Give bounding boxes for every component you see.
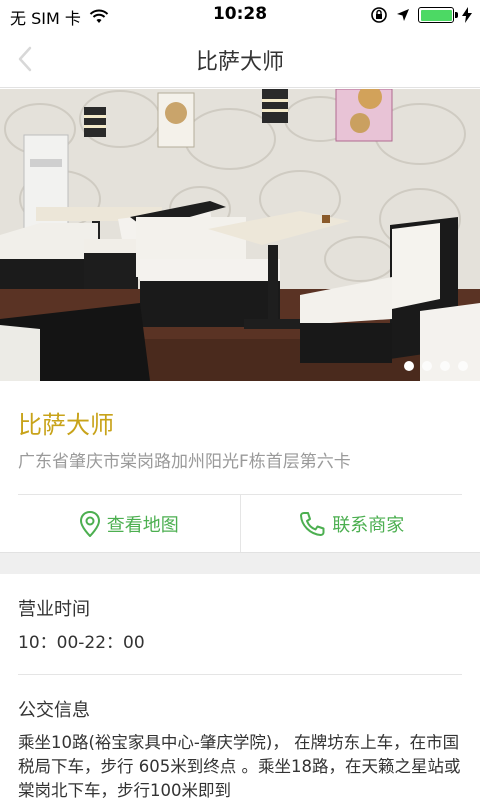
- battery-icon: [418, 7, 458, 23]
- store-info: 比萨大师 广东省肇庆市棠岗路加州阳光F栋首层第六卡: [0, 381, 480, 493]
- gallery-pagination: [404, 361, 468, 371]
- status-bar: 无 SIM 卡 10:28: [0, 0, 480, 30]
- nav-bar: 比萨大师: [0, 30, 480, 88]
- business-hours-value: 10：00-22：00: [18, 633, 145, 653]
- gallery-dot-4[interactable]: [458, 361, 468, 371]
- gallery-dot-3[interactable]: [440, 361, 450, 371]
- section-divider: [0, 552, 480, 574]
- store-name: 比萨大师: [18, 411, 114, 439]
- battery-fill: [420, 9, 452, 21]
- gallery-dot-2[interactable]: [422, 361, 432, 371]
- bus-info-text: 乘坐10路(裕宝家具中心-肇庆学院)， 在牌坊东上车，在市国税局下车，步行 60…: [18, 733, 461, 800]
- page-title: 比萨大师: [195, 50, 284, 75]
- location-arrow-icon: [397, 9, 409, 21]
- view-map-label: 查看地图: [106, 514, 179, 536]
- store-photo-gallery[interactable]: [0, 89, 480, 381]
- store-address: 广东省肇庆市棠岗路加州阳光F栋首层第六卡: [18, 452, 351, 472]
- action-bar: 查看地图 联系商家: [18, 494, 462, 552]
- business-hours-section: 营业时间 10：00-22：00: [18, 575, 462, 675]
- chevron-left-icon: [18, 46, 32, 72]
- contact-merchant-label: 联系商家: [332, 514, 405, 536]
- status-right: [370, 6, 472, 24]
- contact-merchant-button[interactable]: 联系商家: [239, 495, 463, 552]
- gallery-dot-1[interactable]: [404, 361, 414, 371]
- view-map-button[interactable]: 查看地图: [18, 495, 240, 552]
- location-pin-icon: [79, 510, 100, 537]
- rotation-lock-icon: [371, 7, 387, 23]
- phone-icon: [300, 511, 325, 536]
- bus-info-section: 公交信息 乘坐10路(裕宝家具中心-肇庆学院)， 在牌坊东上车，在市国税局下车，…: [18, 676, 462, 800]
- bus-info-title: 公交信息: [18, 700, 90, 721]
- charging-icon: [462, 7, 472, 23]
- store-photo: [0, 89, 480, 381]
- business-hours-title: 营业时间: [18, 599, 90, 620]
- back-button[interactable]: [10, 42, 44, 76]
